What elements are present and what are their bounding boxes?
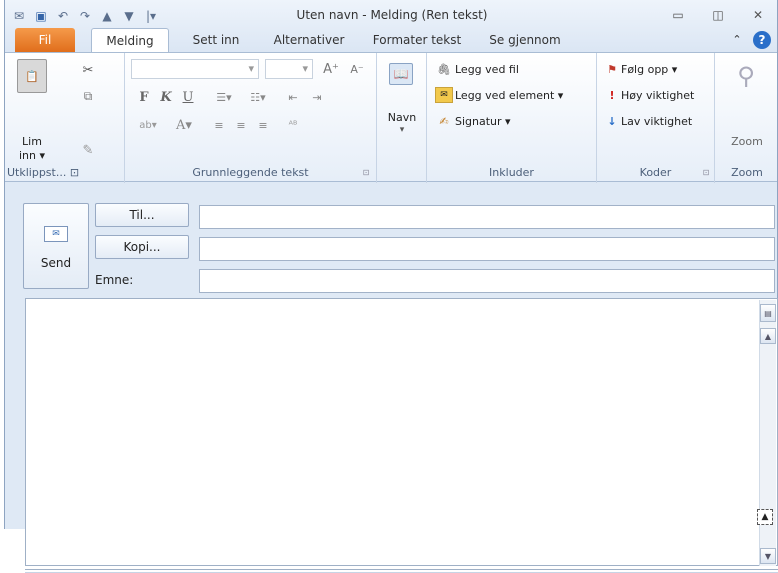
low-importance-icon: ↓ <box>607 114 617 128</box>
outlook-window: ✉ ▣ ↶ ↷ ▲ ▼ |▾ Uten navn - Melding (Ren … <box>4 0 778 573</box>
to-button[interactable]: Til... <box>95 203 189 227</box>
to-field[interactable] <box>199 205 775 229</box>
tab-file[interactable]: Fil <box>15 28 75 52</box>
message-body[interactable]: ▤ ▲ ▼ <box>25 298 778 566</box>
spelling-icon[interactable]: ᴬᴮ <box>283 115 303 135</box>
close-button[interactable]: ✕ <box>745 6 771 24</box>
include-group-label: Inkluder <box>489 166 534 179</box>
follow-up-button[interactable]: Følg opp ▾ <box>621 63 677 76</box>
group-tags: ⚑ Følg opp ▾ ! Høy viktighet ↓ Lav vikti… <box>597 53 715 183</box>
cut-icon[interactable]: ✂ <box>79 61 97 79</box>
magnifier-icon[interactable]: ⚲ <box>731 59 761 93</box>
low-importance-button[interactable]: Lav viktighet <box>621 115 692 128</box>
grow-font-icon[interactable]: A⁺ <box>321 59 341 79</box>
names-label[interactable]: Navn <box>377 111 427 124</box>
highlight-icon[interactable]: ab▾ <box>133 115 163 135</box>
scroll-down-button[interactable]: ▼ <box>760 548 776 564</box>
basic-text-launcher-icon[interactable]: ⊡ <box>361 167 371 177</box>
signature-button[interactable]: Signatur ▾ <box>455 115 511 128</box>
format-painter-icon[interactable]: ✎ <box>79 141 97 159</box>
send-button[interactable]: ✉ Send <box>23 203 89 289</box>
tab-message[interactable]: Melding <box>91 28 169 52</box>
font-name-dropdown[interactable]: ▾ <box>131 59 259 79</box>
vertical-scrollbar[interactable]: ▤ ▲ ▼ <box>759 300 776 566</box>
increase-indent-icon[interactable]: ⇥ <box>307 87 327 107</box>
send-label: Send <box>40 256 72 270</box>
shrink-font-icon[interactable]: A⁻ <box>347 59 367 79</box>
decrease-indent-icon[interactable]: ⇤ <box>283 87 303 107</box>
zoom-group-label: Zoom <box>731 166 763 179</box>
subject-label: Emne: <box>95 273 134 287</box>
expand-people-pane-icon[interactable]: ▲ <box>757 509 773 525</box>
align-center-icon[interactable]: ≡ <box>231 115 251 135</box>
tags-group-label: Koder <box>639 166 672 179</box>
help-icon[interactable]: ? <box>751 28 773 52</box>
signature-icon: ✍ <box>439 114 449 128</box>
group-clipboard: 📋 Lim inn ▾ ✂ ⧉ ✎ Utklippst... ⊡ <box>5 53 125 183</box>
address-book-icon[interactable]: 📖 <box>389 63 413 85</box>
divider <box>25 569 778 573</box>
numbering-icon[interactable]: ☷▾ <box>243 87 273 107</box>
send-icon: ✉ <box>44 226 68 242</box>
italic-button[interactable]: K <box>157 87 175 107</box>
high-importance-icon: ! <box>609 88 615 102</box>
group-names: 📖 Navn ▾ <box>377 53 427 183</box>
attach-item-button[interactable]: Legg ved element ▾ <box>455 89 563 102</box>
paperclip-icon: 🖇 <box>437 62 451 76</box>
paste-label[interactable]: Lim <box>17 135 47 148</box>
tags-launcher-icon[interactable]: ⊡ <box>701 167 711 177</box>
compose-area: ✉ Send Til... Kopi... Emne: ▤ ▲ ▼ ▲ <box>5 183 778 573</box>
ribbon: 📋 Lim inn ▾ ✂ ⧉ ✎ Utklippst... ⊡ ▾ ▾ A⁺ … <box>5 52 778 183</box>
scroll-up-button[interactable]: ▲ <box>760 328 776 344</box>
align-right-icon[interactable]: ≡ <box>253 115 273 135</box>
high-importance-button[interactable]: Høy viktighet <box>621 89 694 102</box>
attach-item-icon: ✉ <box>435 87 453 103</box>
group-basic-text: ▾ ▾ A⁺ A⁻ F K U ☰▾ ☷▾ ⇤ ⇥ ab▾ A▾ ≡ ≡ ≡ ᴬ… <box>125 53 377 183</box>
font-size-dropdown[interactable]: ▾ <box>265 59 313 79</box>
collapse-ribbon-icon[interactable]: ⌃ <box>727 28 747 52</box>
bullets-icon[interactable]: ☰▾ <box>209 87 239 107</box>
tab-review[interactable]: Se gjennom <box>475 28 575 52</box>
clipboard-group-label: Utklippst... ⊡ <box>7 166 80 179</box>
font-color-icon[interactable]: A▾ <box>169 115 199 135</box>
group-include: 🖇 Legg ved fil ✉ Legg ved element ▾ ✍ Si… <box>427 53 597 183</box>
maximize-button[interactable]: ◫ <box>705 6 731 24</box>
subject-field[interactable] <box>199 269 775 293</box>
cc-button[interactable]: Kopi... <box>95 235 189 259</box>
underline-button[interactable]: U <box>179 87 197 107</box>
copy-icon[interactable]: ⧉ <box>79 87 97 105</box>
paste-dropdown[interactable]: inn ▾ <box>15 149 49 162</box>
attach-file-button[interactable]: Legg ved fil <box>455 63 519 76</box>
ribbon-tabs: Fil Melding Sett inn Alternativer Format… <box>5 28 777 52</box>
tab-insert[interactable]: Sett inn <box>181 28 251 52</box>
tab-options[interactable]: Alternativer <box>261 28 357 52</box>
bold-button[interactable]: F <box>135 87 153 107</box>
ruler-toggle-icon[interactable]: ▤ <box>760 304 776 322</box>
cc-field[interactable] <box>199 237 775 261</box>
group-zoom: ⚲ Zoom Zoom <box>715 53 778 183</box>
title-bar: ✉ ▣ ↶ ↷ ▲ ▼ |▾ Uten navn - Melding (Ren … <box>5 0 777 52</box>
minimize-button[interactable]: ▭ <box>665 6 691 24</box>
tab-format-text[interactable]: Formater tekst <box>367 28 467 52</box>
zoom-button[interactable]: Zoom <box>715 135 778 148</box>
align-left-icon[interactable]: ≡ <box>209 115 229 135</box>
window-title: Uten navn - Melding (Ren tekst) <box>296 8 488 22</box>
names-dropdown-icon[interactable]: ▾ <box>377 125 427 135</box>
basic-text-group-label: Grunnleggende tekst <box>192 166 309 179</box>
paste-icon[interactable]: 📋 <box>17 59 47 93</box>
flag-icon: ⚑ <box>607 62 617 76</box>
